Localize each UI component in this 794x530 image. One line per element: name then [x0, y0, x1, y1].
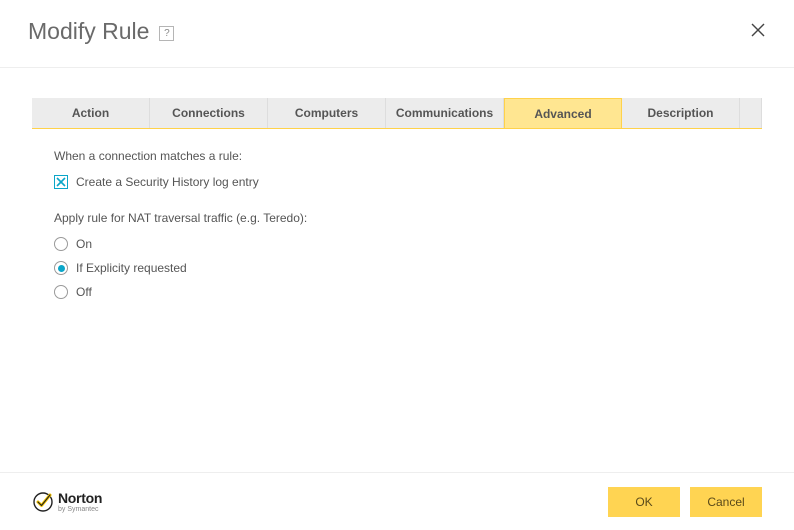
logo-sub: by Symantec: [58, 506, 102, 513]
tab-connections[interactable]: Connections: [150, 98, 268, 128]
tab-action[interactable]: Action: [32, 98, 150, 128]
cancel-button[interactable]: Cancel: [690, 487, 762, 517]
ok-button[interactable]: OK: [608, 487, 680, 517]
radio-group-nat: On If Explicity requested Off: [54, 237, 740, 299]
tab-communications[interactable]: Communications: [386, 98, 504, 128]
tab-advanced[interactable]: Advanced: [504, 98, 622, 128]
dialog-title: Modify Rule: [28, 18, 149, 45]
section-connection-match-label: When a connection matches a rule:: [54, 149, 740, 163]
help-icon[interactable]: ?: [159, 26, 174, 41]
tab-description[interactable]: Description: [622, 98, 740, 128]
footer-buttons: OK Cancel: [608, 487, 762, 517]
radio-label-off: Off: [76, 285, 92, 299]
advanced-panel: When a connection matches a rule: Create…: [32, 129, 762, 329]
dialog-header: Modify Rule ?: [0, 0, 794, 67]
checkbox-log-entry[interactable]: [54, 175, 68, 189]
logo-name: Norton: [58, 491, 102, 505]
checkbox-label-log-entry: Create a Security History log entry: [76, 175, 259, 189]
checkbox-row-log-entry: Create a Security History log entry: [54, 175, 740, 189]
radio-row-off: Off: [54, 285, 740, 299]
radio-on[interactable]: [54, 237, 68, 251]
radio-explicit[interactable]: [54, 261, 68, 275]
radio-row-on: On: [54, 237, 740, 251]
check-icon: [32, 491, 54, 513]
norton-logo: Norton by Symantec: [32, 491, 102, 513]
radio-off[interactable]: [54, 285, 68, 299]
radio-row-explicit: If Explicity requested: [54, 261, 740, 275]
logo-text-block: Norton by Symantec: [58, 491, 102, 513]
close-icon[interactable]: [746, 18, 770, 42]
tab-bar: Action Connections Computers Communicati…: [32, 98, 762, 129]
radio-label-on: On: [76, 237, 92, 251]
content-area: Action Connections Computers Communicati…: [0, 68, 794, 329]
tab-spacer: [740, 98, 762, 128]
tab-computers[interactable]: Computers: [268, 98, 386, 128]
radio-label-explicit: If Explicity requested: [76, 261, 187, 275]
section-nat-label: Apply rule for NAT traversal traffic (e.…: [54, 211, 740, 225]
dialog-footer: Norton by Symantec OK Cancel: [0, 472, 794, 530]
